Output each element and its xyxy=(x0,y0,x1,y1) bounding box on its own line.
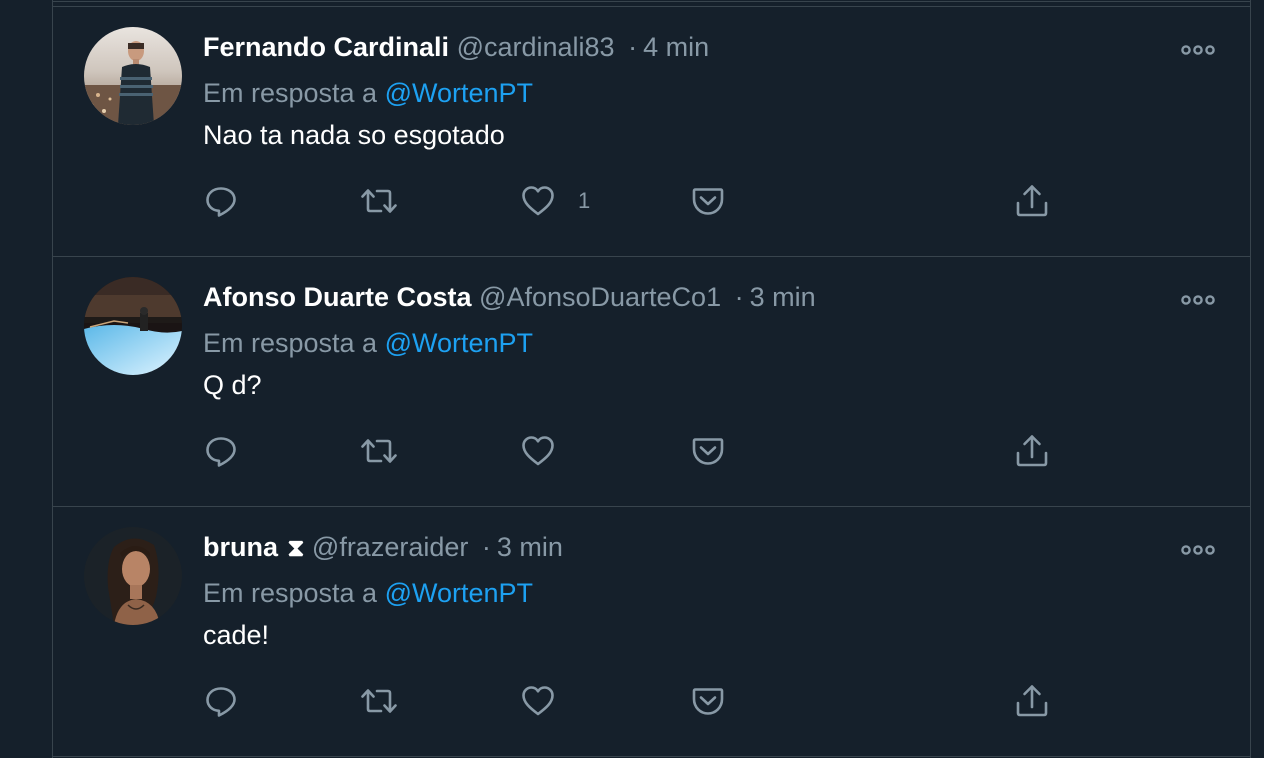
tweet[interactable]: Afonso Duarte Costa @AfonsoDuarteCo1 · 3 … xyxy=(53,257,1250,507)
retweet-button[interactable] xyxy=(359,679,399,723)
share-icon xyxy=(1016,185,1048,217)
pocket-icon xyxy=(692,438,724,465)
reply-context: Em resposta a @WortenPT xyxy=(203,573,533,613)
pocket-button[interactable] xyxy=(690,679,726,723)
reply-icon xyxy=(206,187,236,217)
tweet[interactable]: bruna ⧗ @frazeraider · 3 min Em resposta … xyxy=(53,507,1250,757)
reply-context: Em resposta a @WortenPT xyxy=(203,73,533,113)
separator: · xyxy=(734,282,744,312)
retweet-button[interactable] xyxy=(359,429,399,473)
man-standing-photo-avatar xyxy=(84,27,182,125)
reply-button[interactable] xyxy=(203,679,239,723)
woman-portrait-photo-avatar xyxy=(84,527,182,625)
retweet-icon xyxy=(361,189,397,213)
retweet-icon xyxy=(361,689,397,713)
display-name[interactable]: Afonso Duarte Costa xyxy=(203,282,472,312)
share-button[interactable] xyxy=(1014,429,1050,473)
pool-night-photo-avatar xyxy=(84,277,182,375)
timestamp[interactable]: 3 min xyxy=(750,282,816,312)
timeline: Fernando Cardinali @cardinali83 · 4 min E… xyxy=(52,0,1251,758)
reply-button[interactable] xyxy=(203,179,239,223)
separator: · xyxy=(628,32,638,62)
reply-icon xyxy=(206,437,236,467)
action-bar xyxy=(53,679,1250,723)
like-button[interactable] xyxy=(520,429,578,473)
retweet-button[interactable] xyxy=(359,179,399,223)
more-options-icon[interactable] xyxy=(1180,41,1216,59)
tweet-header: Fernando Cardinali @cardinali83 · 4 min xyxy=(203,27,709,67)
user-handle[interactable]: @cardinali83 xyxy=(457,32,615,62)
tweet-text: Nao ta nada so esgotado xyxy=(203,120,505,150)
tweet-text: cade! xyxy=(203,620,270,650)
like-icon xyxy=(522,436,554,466)
display-name[interactable]: bruna xyxy=(203,532,278,562)
display-name[interactable]: Fernando Cardinali xyxy=(203,32,449,62)
reply-icon xyxy=(206,687,236,717)
tweet[interactable]: Fernando Cardinali @cardinali83 · 4 min E… xyxy=(53,7,1250,257)
reply-prefix: Em resposta a xyxy=(203,578,378,608)
like-icon xyxy=(522,186,554,216)
more-options-icon[interactable] xyxy=(1180,291,1216,309)
like-count: 1 xyxy=(578,188,591,213)
share-icon xyxy=(1016,435,1048,467)
retweet-icon xyxy=(361,439,397,463)
tweet-header: bruna ⧗ @frazeraider · 3 min xyxy=(203,527,563,567)
reply-prefix: Em resposta a xyxy=(203,328,378,358)
share-icon xyxy=(1016,685,1048,717)
action-bar: 1 xyxy=(53,179,1250,223)
reply-context: Em resposta a @WortenPT xyxy=(203,323,533,363)
hourglass-icon: ⧗ xyxy=(287,535,305,562)
like-icon xyxy=(522,686,554,716)
action-bar xyxy=(53,429,1250,473)
reply-button[interactable] xyxy=(203,429,239,473)
pocket-icon xyxy=(692,188,724,215)
share-button[interactable] xyxy=(1014,679,1050,723)
mention-link[interactable]: @WortenPT xyxy=(385,328,533,358)
more-options-icon[interactable] xyxy=(1180,541,1216,559)
like-button[interactable]: 1 xyxy=(520,179,590,223)
mention-link[interactable]: @WortenPT xyxy=(385,78,533,108)
like-button[interactable] xyxy=(520,679,578,723)
timestamp[interactable]: 3 min xyxy=(497,532,563,562)
mention-link[interactable]: @WortenPT xyxy=(385,578,533,608)
timestamp[interactable]: 4 min xyxy=(643,32,709,62)
top-divider xyxy=(53,1,1250,2)
avatar[interactable] xyxy=(84,277,182,375)
user-handle[interactable]: @frazeraider xyxy=(312,532,468,562)
tweet-header: Afonso Duarte Costa @AfonsoDuarteCo1 · 3 … xyxy=(203,277,816,317)
tweet-text: Q d? xyxy=(203,370,262,400)
share-button[interactable] xyxy=(1014,179,1050,223)
pocket-button[interactable] xyxy=(690,429,726,473)
pocket-button[interactable] xyxy=(690,179,726,223)
user-handle[interactable]: @AfonsoDuarteCo1 xyxy=(479,282,721,312)
avatar[interactable] xyxy=(84,527,182,625)
separator: · xyxy=(481,532,491,562)
pocket-icon xyxy=(692,688,724,715)
avatar[interactable] xyxy=(84,27,182,125)
reply-prefix: Em resposta a xyxy=(203,78,378,108)
